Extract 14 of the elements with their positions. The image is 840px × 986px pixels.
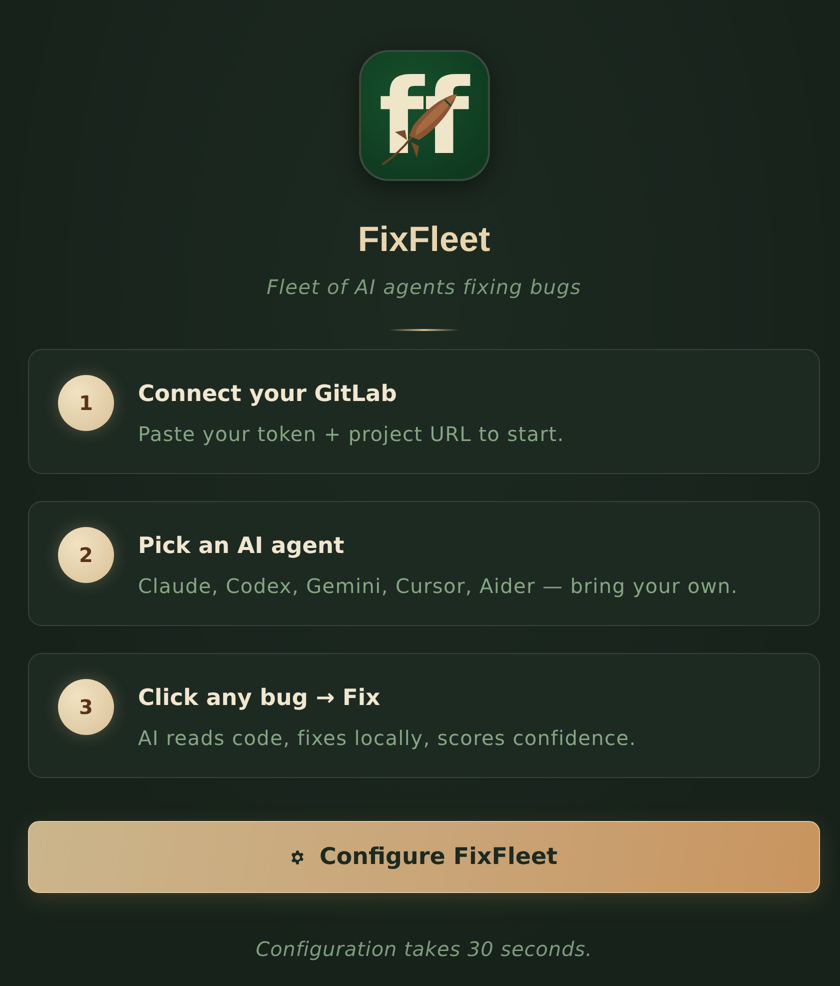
app-title: FixFleet <box>358 220 490 260</box>
step-number: 3 <box>58 679 114 735</box>
app-tagline: Fleet of AI agents fixing bugs <box>266 275 582 299</box>
step-title: Pick an AI agent <box>138 532 346 561</box>
gear-icon <box>290 850 306 864</box>
step-title: Connect your GitLab <box>138 380 398 409</box>
step-title: Click any bug → Fix <box>138 684 382 713</box>
step-number: 2 <box>58 527 114 583</box>
step-number: 1 <box>58 375 114 431</box>
configure-button[interactable]: Configure FixFleet <box>28 821 820 893</box>
step-description: AI reads code, fixes locally, scores confidence. <box>138 725 636 752</box>
footnote-text: Configuration takes 30 seconds. <box>256 937 592 961</box>
step-description: Paste your token + project URL to start. <box>138 421 564 448</box>
step-description: Claude, Codex, Gemini, Cursor, Aider — bring your own. <box>138 573 738 600</box>
